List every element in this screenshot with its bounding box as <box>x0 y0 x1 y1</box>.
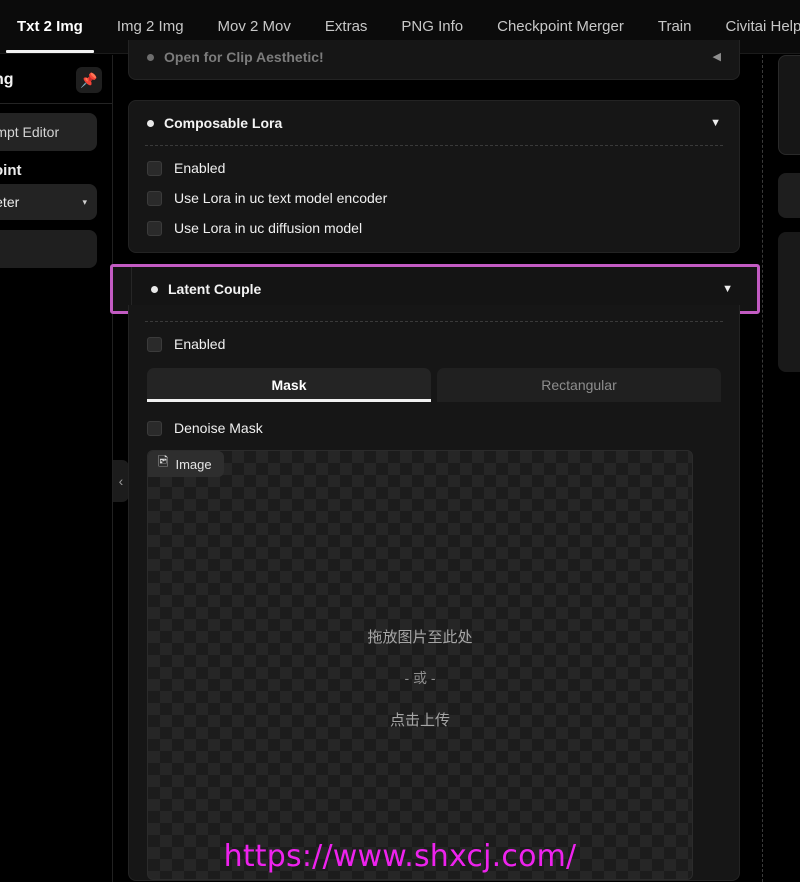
accordion-title-group: Latent Couple <box>151 281 261 297</box>
sidebar-input-box[interactable] <box>0 230 97 268</box>
dropzone-click-text[interactable]: 点击上传 <box>148 709 692 730</box>
checkbox-label: Enabled <box>174 336 226 352</box>
sidebar-header: ng 📌 <box>0 60 112 100</box>
tab-label: Extras <box>324 18 368 35</box>
right-panel-box-1[interactable] <box>778 55 800 155</box>
checkpoint-label: oint <box>0 162 22 179</box>
checkbox-row-uc-diffusion-model[interactable]: Use Lora in uc diffusion model <box>147 220 721 236</box>
app-window: Txt 2 Img Img 2 Img Mov 2 Mov Extras PNG… <box>0 0 800 882</box>
accordion-header[interactable]: Open for Clip Aesthetic! ◀ <box>129 40 739 74</box>
dropzone-badge-label: Image <box>175 456 212 472</box>
checkbox-row-uc-text-encoder[interactable]: Use Lora in uc text model encoder <box>147 190 721 206</box>
tab-label: PNG Info <box>401 18 464 35</box>
caret-down-icon[interactable]: ▼ <box>710 117 721 129</box>
tab-txt2img[interactable]: Txt 2 Img <box>0 0 100 54</box>
checkbox[interactable] <box>147 336 162 352</box>
checkbox[interactable] <box>147 420 162 436</box>
status-dot-icon <box>147 53 154 61</box>
tab-label: Txt 2 Img <box>17 18 83 35</box>
right-panel <box>778 55 800 882</box>
checkpoint-value: 10.safeter <box>0 194 20 210</box>
chevron-down-icon: ▾ <box>82 196 87 207</box>
image-icon: 🖻 <box>158 454 169 469</box>
accordion-body-latent-couple: Enabled Mask Rectangular Denoise Mask 🖻 … <box>128 305 740 881</box>
mask-tab-panel: Denoise Mask 🖻 Image 拖放图片至此处 - 或 - 点击上传 <box>147 402 721 880</box>
latent-couple-tabstrip: Mask Rectangular <box>147 368 721 402</box>
checkpoint-select[interactable]: 10.safeter ▾ <box>0 184 97 220</box>
accordion-title-group: Composable Lora <box>147 115 282 131</box>
status-dot-icon <box>151 285 158 293</box>
checkbox[interactable] <box>147 160 162 176</box>
accordion-title: Latent Couple <box>168 281 262 297</box>
checkbox-row-enabled[interactable]: Enabled <box>147 160 721 176</box>
checkbox-label: Use Lora in uc diffusion model <box>174 220 363 236</box>
prompt-editor-button[interactable]: rompt Editor <box>0 113 97 151</box>
right-dashed-divider <box>762 55 763 882</box>
tab-label: Train <box>657 18 692 35</box>
sidebar-collapse-handle[interactable]: ‹ <box>113 460 129 502</box>
dropzone-drag-text: 拖放图片至此处 <box>367 629 473 646</box>
checkbox-label: Denoise Mask <box>174 420 263 436</box>
sidebar-divider <box>0 103 112 104</box>
accordion-title: Composable Lora <box>164 115 283 131</box>
dropzone-badge: 🖻 Image <box>148 451 224 477</box>
left-sidebar: ng 📌 rompt Editor oint 10.safeter ▾ <box>0 55 112 882</box>
checkbox-label: Use Lora in uc text model encoder <box>174 190 388 206</box>
accordion-clip-aesthetic[interactable]: Open for Clip Aesthetic! ◀ <box>128 40 740 80</box>
tab-rectangular[interactable]: Rectangular <box>437 368 721 402</box>
right-panel-box-3[interactable] <box>778 232 800 372</box>
accordion-body: Enabled Use Lora in uc text model encode… <box>129 146 739 252</box>
tab-label: Mov 2 Mov <box>217 18 291 35</box>
dropzone-or-text: - 或 - <box>404 670 436 686</box>
status-dot-icon <box>147 119 154 127</box>
tab-mask[interactable]: Mask <box>147 368 431 402</box>
watermark-url: https://www.shxcj.com/ <box>223 839 577 874</box>
checkbox[interactable] <box>147 190 162 206</box>
checkbox[interactable] <box>147 220 162 236</box>
caret-down-icon[interactable]: ▼ <box>722 283 733 295</box>
pushpin-icon[interactable]: 📌 <box>76 67 102 93</box>
accordion-title: Open for Clip Aesthetic! <box>164 49 324 65</box>
tab-label: Checkpoint Merger <box>497 18 624 35</box>
right-panel-box-2[interactable] <box>778 173 800 218</box>
tab-label: Rectangular <box>541 377 617 393</box>
tab-label: Img 2 Img <box>116 18 184 35</box>
accordion-title-group: Open for Clip Aesthetic! <box>147 49 324 65</box>
checkbox-row-latent-enabled[interactable]: Enabled <box>147 336 721 352</box>
checkbox-row-denoise-mask[interactable]: Denoise Mask <box>147 420 721 436</box>
checkbox-label: Enabled <box>174 160 226 176</box>
dropzone-instructions: 拖放图片至此处 - 或 - 点击上传 <box>148 626 692 730</box>
tab-label: Civitai Helper <box>725 18 800 35</box>
caret-left-icon[interactable]: ◀ <box>713 51 721 63</box>
divider <box>145 321 723 322</box>
sidebar-title: ng <box>0 71 14 88</box>
image-dropzone[interactable]: 🖻 Image 拖放图片至此处 - 或 - 点击上传 <box>147 450 693 880</box>
accordion-header[interactable]: Composable Lora ▼ <box>129 101 739 145</box>
accordion-composable-lora: Composable Lora ▼ Enabled Use Lora in uc… <box>128 100 740 253</box>
tab-label: Mask <box>271 377 307 393</box>
